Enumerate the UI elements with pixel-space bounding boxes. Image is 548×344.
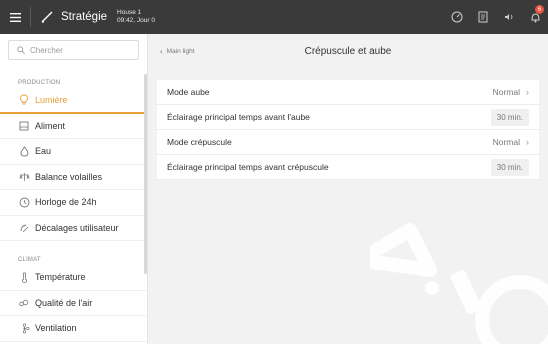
setting-value-input[interactable]: 30 min. — [490, 108, 529, 126]
setting-value-input[interactable]: 30 min. — [490, 158, 529, 176]
speaker-icon — [505, 14, 513, 20]
setting-label: Éclairage principal temps avant crépuscu… — [167, 162, 329, 172]
setting-value: Normal — [492, 87, 520, 97]
setting-value-select[interactable]: Normal › — [493, 87, 529, 97]
sidebar-item-eau[interactable]: Eau — [0, 139, 147, 165]
report-button[interactable] — [470, 0, 496, 34]
setting-value-select[interactable]: Normal › — [493, 137, 529, 147]
house-selector[interactable]: House 1 09:42, Jour 0 — [117, 9, 155, 25]
notifications-button[interactable]: 6 — [522, 0, 548, 34]
page-header: ‹ Main light Crépuscule et aube — [148, 34, 548, 68]
setting-row-eclairage-aube[interactable]: Éclairage principal temps avant l'aube 3… — [157, 105, 539, 130]
hamburger-menu-icon — [9, 12, 21, 22]
house-name: House 1 — [117, 9, 142, 16]
sidebar-item-decalages[interactable]: Décalages utilisateur — [0, 216, 147, 241]
sidebar-item-label: Ventilation — [35, 323, 77, 334]
sidebar-item-label: Balance volailles — [35, 171, 103, 182]
search-icon — [17, 46, 25, 54]
app-title: Stratégie — [61, 11, 108, 23]
main-content: ‹ Main light Crépuscule et aube Mode aub… — [148, 34, 548, 344]
search-placeholder: Chercher — [30, 45, 63, 55]
fan-icon — [18, 322, 30, 334]
thermometer-icon — [18, 271, 30, 283]
sidebar-item-temperature[interactable]: Température — [0, 265, 147, 291]
setting-label: Éclairage principal temps avant l'aube — [167, 112, 310, 122]
search-input[interactable]: Chercher — [8, 40, 139, 60]
chevron-right-icon: › — [526, 137, 529, 147]
setting-row-eclairage-crepuscule[interactable]: Éclairage principal temps avant crépuscu… — [157, 155, 539, 180]
sidebar-item-label: Température — [35, 272, 86, 283]
house-time: 09:42, Jour 0 — [117, 17, 155, 24]
clock-icon — [18, 196, 30, 208]
setting-row-mode-aube[interactable]: Mode aube Normal › — [157, 80, 539, 105]
feed-icon — [18, 120, 30, 132]
divider — [30, 7, 31, 27]
sound-button[interactable] — [496, 0, 522, 34]
sunrise-icon — [18, 222, 30, 234]
sidebar-item-label: Qualité de l'air — [35, 297, 93, 308]
top-bar: Stratégie House 1 09:42, Jour 0 6 — [0, 0, 548, 34]
settings-list: Mode aube Normal › Éclairage principal t… — [157, 80, 539, 180]
sidebar-item-label: Horloge de 24h — [35, 197, 97, 208]
sidebar-item-label: Eau — [35, 146, 52, 157]
setting-label: Mode aube — [167, 87, 210, 97]
document-icon — [478, 11, 487, 23]
water-drop-icon — [18, 145, 30, 157]
chevron-right-icon: › — [526, 87, 529, 97]
sidebar-item-horloge[interactable]: Horloge de 24h — [0, 190, 147, 216]
menu-button[interactable] — [0, 0, 30, 34]
scale-icon — [18, 171, 30, 183]
sidebar-item-label: Aliment — [35, 120, 66, 131]
notification-badge: 6 — [535, 5, 544, 14]
app: Stratégie House 1 09:42, Jour 0 6 Cherch… — [0, 0, 548, 344]
gauge-icon — [451, 11, 463, 23]
sidebar-scrollbar[interactable] — [144, 74, 147, 274]
bulb-icon — [18, 94, 30, 106]
strategy-icon — [39, 9, 55, 25]
page-title: Crépuscule et aube — [304, 45, 392, 57]
sidebar: Chercher PRODUCTION Lumière Aliment Eau — [0, 34, 148, 344]
sidebar-item-label: Décalages utilisateur — [35, 222, 119, 233]
sidebar-item-aliment[interactable]: Aliment — [0, 114, 147, 139]
air-quality-icon — [18, 297, 30, 309]
setting-value: Normal — [492, 137, 520, 147]
dashboard-button[interactable] — [444, 0, 470, 34]
setting-label: Mode crépuscule — [167, 137, 232, 147]
sidebar-item-qualite-air[interactable]: Qualité de l'air — [0, 291, 147, 316]
sidebar-item-balance-volailles[interactable]: Balance volailles — [0, 165, 147, 190]
setting-row-mode-crepuscule[interactable]: Mode crépuscule Normal › — [157, 130, 539, 155]
sidebar-item-lumiere[interactable]: Lumière — [0, 88, 147, 114]
sidebar-item-ventilation[interactable]: Ventilation — [0, 316, 147, 342]
sidebar-item-label: Lumière — [35, 94, 68, 105]
